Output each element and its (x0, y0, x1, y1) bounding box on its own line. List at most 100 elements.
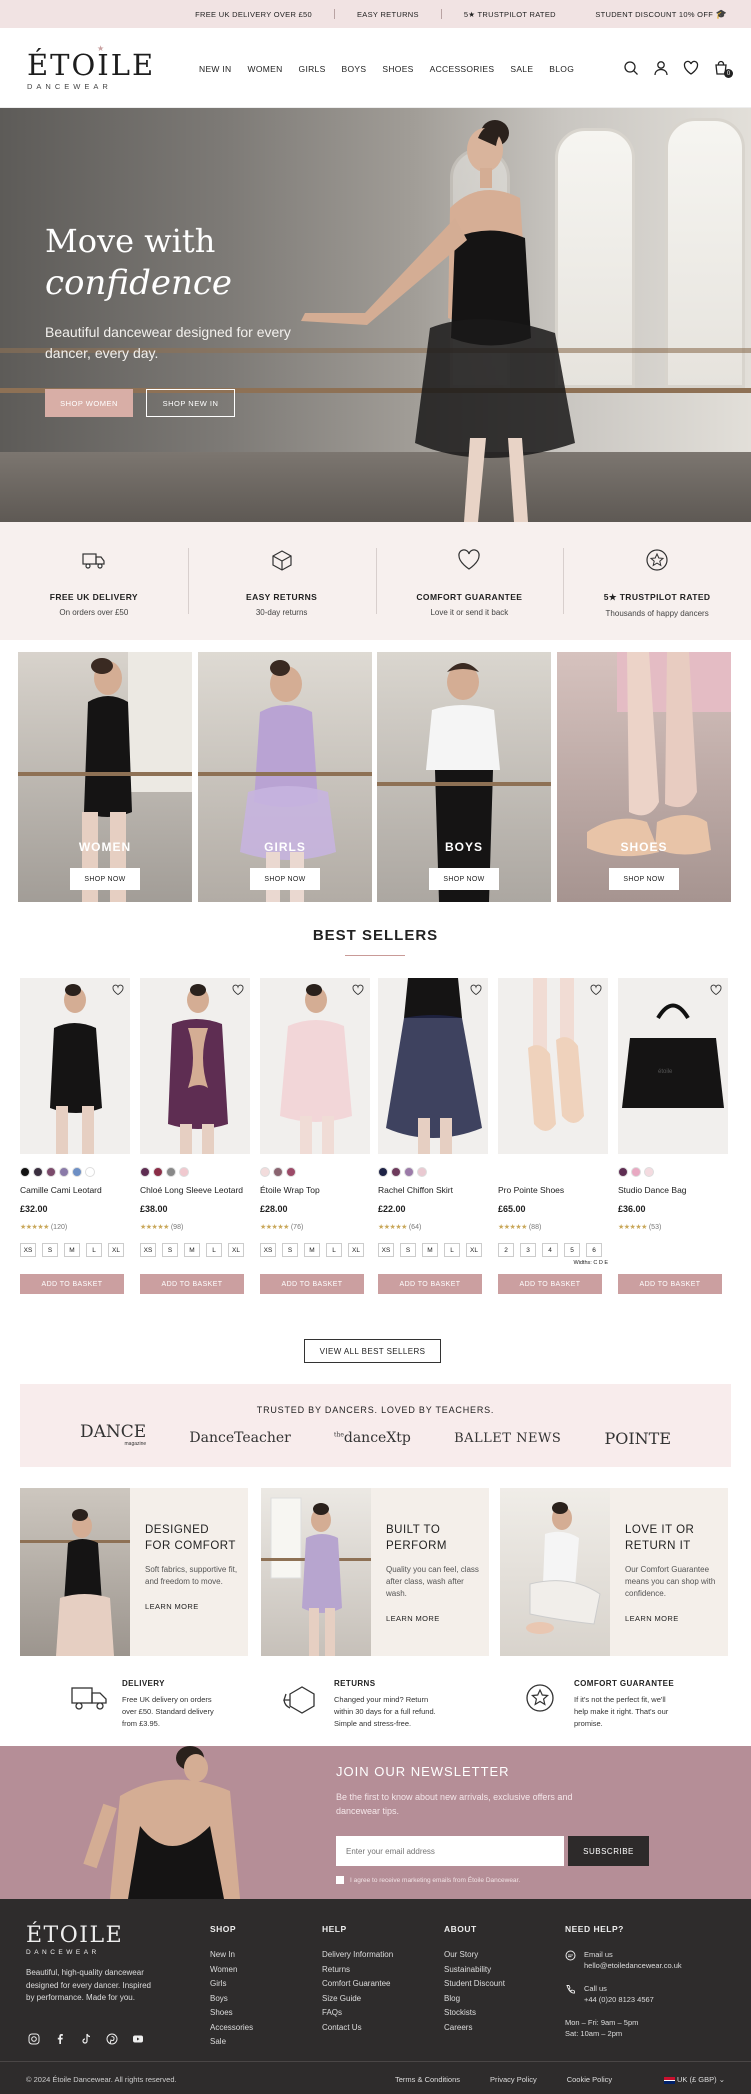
color-swatch[interactable] (33, 1167, 43, 1177)
size-option[interactable]: L (206, 1243, 222, 1257)
size-option[interactable]: S (42, 1243, 58, 1257)
cookie-link[interactable]: Cookie Policy (567, 2075, 612, 2084)
size-option[interactable]: S (282, 1243, 298, 1257)
footer-link[interactable]: Stockists (444, 2008, 505, 2017)
size-option[interactable]: 2 (498, 1243, 514, 1257)
nav-girls[interactable]: GIRLS (299, 64, 326, 74)
nav-boys[interactable]: BOYS (342, 64, 367, 74)
learn-more-link[interactable]: LEARN MORE (386, 1614, 486, 1623)
size-option[interactable]: XS (378, 1243, 394, 1257)
basket-button[interactable]: 0 (713, 60, 733, 78)
product-card[interactable]: étoile Studio Dance Bag £36.00 ★★★★★ (53… (618, 978, 728, 1294)
nav-accessories[interactable]: ACCESSORIES (430, 64, 495, 74)
footer-link[interactable]: Careers (444, 2023, 505, 2032)
color-swatch[interactable] (140, 1167, 150, 1177)
wishlist-heart-icon[interactable] (590, 984, 602, 996)
footer-link[interactable]: Comfort Guarantee (322, 1979, 393, 1988)
pinterest-icon[interactable] (106, 2033, 118, 2045)
consent-checkbox[interactable] (336, 1876, 344, 1884)
color-swatch[interactable] (260, 1167, 270, 1177)
product-card[interactable]: Camille Cami Leotard £32.00 ★★★★★ (120) … (20, 978, 130, 1294)
product-image[interactable] (140, 978, 250, 1154)
add-to-basket-button[interactable]: ADD TO BASKET (20, 1274, 124, 1294)
color-swatch[interactable] (404, 1167, 414, 1177)
brand-logo[interactable]: ★ ÉTOILE DANCEWEAR (27, 44, 155, 91)
footer-link[interactable]: Student Discount (444, 1979, 505, 1988)
size-option[interactable]: M (422, 1243, 438, 1257)
footer-link[interactable]: Contact Us (322, 2023, 393, 2032)
account-icon[interactable] (653, 60, 669, 76)
student-discount-link[interactable]: STUDENT DISCOUNT 10% OFF 🎓 (595, 9, 727, 20)
size-option[interactable]: L (86, 1243, 102, 1257)
size-option[interactable]: XS (140, 1243, 156, 1257)
nav-blog[interactable]: BLOG (549, 64, 574, 74)
size-option[interactable]: XL (108, 1243, 124, 1257)
color-swatch[interactable] (644, 1167, 654, 1177)
shop-new-in-button[interactable]: SHOP NEW IN (146, 389, 235, 417)
size-option[interactable]: L (444, 1243, 460, 1257)
nav-shoes[interactable]: SHOES (382, 64, 413, 74)
footer-link[interactable]: Delivery Information (322, 1950, 393, 1959)
color-swatch[interactable] (273, 1167, 283, 1177)
footer-link[interactable]: New In (210, 1950, 253, 1959)
size-option[interactable]: L (326, 1243, 342, 1257)
youtube-icon[interactable] (132, 2033, 144, 2045)
phone-link[interactable]: +44 (0)20 8123 4567 (584, 1995, 654, 2004)
product-card[interactable]: Pro Pointe Shoes £65.00 ★★★★★ (88) 23456… (498, 978, 608, 1294)
color-swatch[interactable] (153, 1167, 163, 1177)
add-to-basket-button[interactable]: ADD TO BASKET (260, 1274, 364, 1294)
nav-women[interactable]: WOMEN (248, 64, 283, 74)
product-name[interactable]: Pro Pointe Shoes (498, 1185, 608, 1195)
product-image[interactable] (260, 978, 370, 1154)
category-card-girls[interactable]: GIRLS SHOP NOW (198, 652, 372, 902)
color-swatch[interactable] (378, 1167, 388, 1177)
color-swatch[interactable] (20, 1167, 30, 1177)
size-option[interactable]: 4 (542, 1243, 558, 1257)
color-swatch[interactable] (72, 1167, 82, 1177)
size-option[interactable]: XL (466, 1243, 482, 1257)
size-option[interactable]: M (64, 1243, 80, 1257)
footer-link[interactable]: Our Story (444, 1950, 505, 1959)
shop-now-button[interactable]: SHOP NOW (70, 868, 140, 890)
wishlist-heart-icon[interactable] (232, 984, 244, 996)
size-option[interactable]: S (162, 1243, 178, 1257)
wishlist-heart-icon[interactable] (683, 60, 699, 76)
shop-now-button[interactable]: SHOP NOW (429, 868, 499, 890)
learn-more-link[interactable]: LEARN MORE (145, 1602, 245, 1611)
subscribe-button[interactable]: SUBSCRIBE (568, 1836, 649, 1866)
nav-new-in[interactable]: NEW IN (199, 64, 232, 74)
size-option[interactable]: XS (20, 1243, 36, 1257)
size-option[interactable]: XL (228, 1243, 244, 1257)
footer-link[interactable]: Size Guide (322, 1994, 393, 2003)
color-swatch[interactable] (179, 1167, 189, 1177)
footer-link[interactable]: Women (210, 1965, 253, 1974)
instagram-icon[interactable] (28, 2033, 40, 2045)
email-link[interactable]: hello@etoiledancewear.co.uk (584, 1961, 682, 1970)
size-option[interactable]: 5 (564, 1243, 580, 1257)
add-to-basket-button[interactable]: ADD TO BASKET (378, 1274, 482, 1294)
size-option[interactable]: M (304, 1243, 320, 1257)
footer-link[interactable]: Girls (210, 1979, 253, 1988)
category-card-women[interactable]: WOMEN SHOP NOW (18, 652, 192, 902)
footer-link[interactable]: Shoes (210, 2008, 253, 2017)
product-name[interactable]: Studio Dance Bag (618, 1185, 728, 1195)
facebook-icon[interactable] (54, 2033, 66, 2045)
email-input[interactable] (336, 1836, 564, 1866)
product-card[interactable]: Rachel Chiffon Skirt £22.00 ★★★★★ (64) X… (378, 978, 488, 1294)
add-to-basket-button[interactable]: ADD TO BASKET (618, 1274, 722, 1294)
nav-sale[interactable]: SALE (510, 64, 533, 74)
footer-link[interactable]: Returns (322, 1965, 393, 1974)
footer-logo[interactable]: ÉTOILE DANCEWEAR (26, 1923, 123, 1956)
shop-now-button[interactable]: SHOP NOW (609, 868, 679, 890)
add-to-basket-button[interactable]: ADD TO BASKET (140, 1274, 244, 1294)
product-card[interactable]: Chloé Long Sleeve Leotard £38.00 ★★★★★ (… (140, 978, 250, 1294)
product-name[interactable]: Chloé Long Sleeve Leotard (140, 1185, 250, 1195)
color-swatch[interactable] (85, 1167, 95, 1177)
footer-link[interactable]: Blog (444, 1994, 505, 2003)
footer-link[interactable]: Boys (210, 1994, 253, 2003)
footer-link[interactable]: Sale (210, 2037, 253, 2046)
size-option[interactable]: S (400, 1243, 416, 1257)
terms-link[interactable]: Terms & Conditions (395, 2075, 460, 2084)
add-to-basket-button[interactable]: ADD TO BASKET (498, 1274, 602, 1294)
story-card-perform[interactable]: BUILT TO PERFORM Quality you can feel, cl… (261, 1488, 489, 1656)
